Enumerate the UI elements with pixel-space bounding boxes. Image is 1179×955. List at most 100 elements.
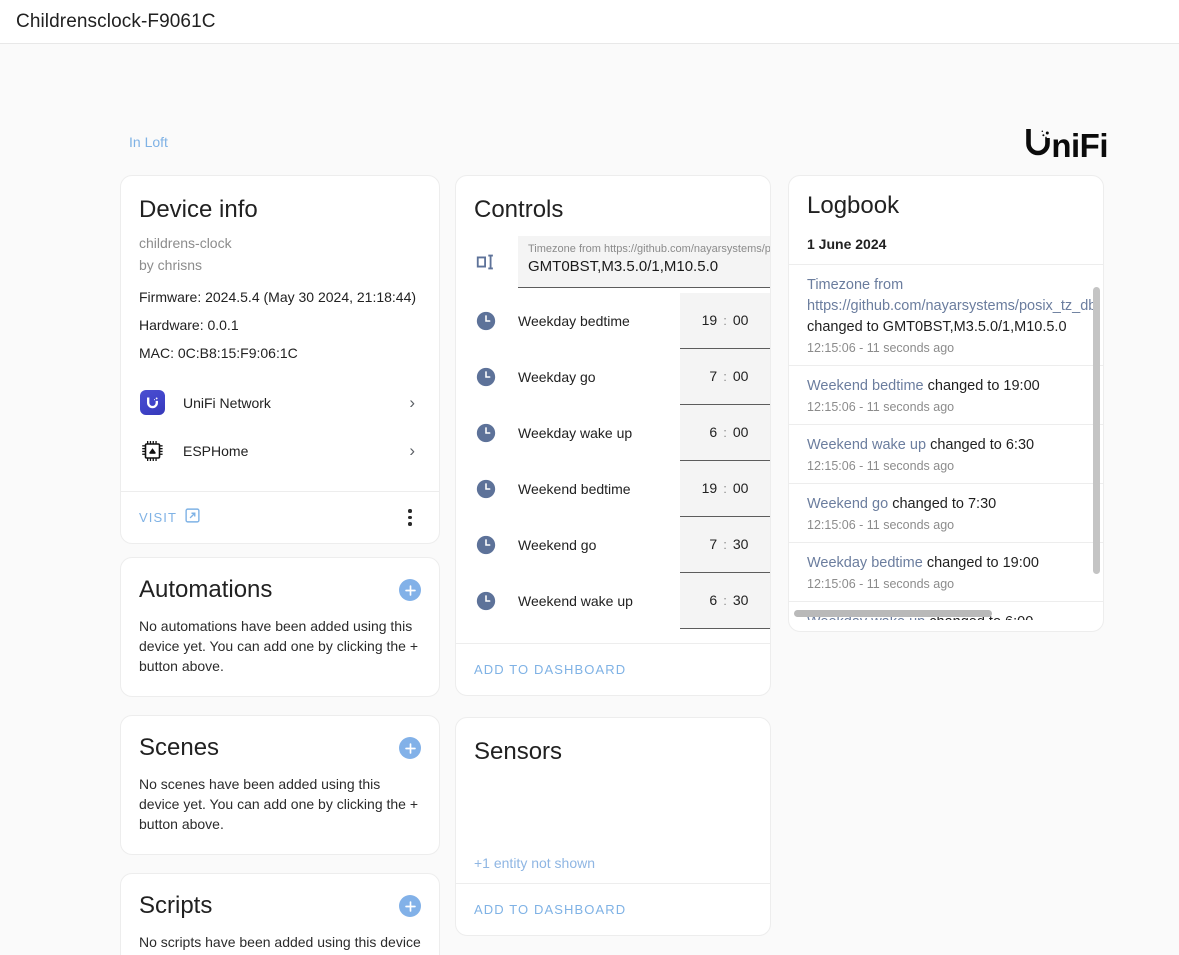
visit-button[interactable]: VISIT: [135, 502, 204, 532]
scenes-empty-text: No scenes have been added using this dev…: [139, 776, 419, 832]
add-automation-button[interactable]: [399, 579, 421, 601]
logbook-entry[interactable]: Weekend bedtime changed to 19:00 12:15:0…: [789, 365, 1103, 424]
integration-label-unifi-network: UniFi Network: [183, 394, 271, 411]
sensors-title: Sensors: [474, 738, 563, 765]
controls-list: Timezone from https://github.com/nayarsy…: [456, 231, 770, 629]
device-hardware: Hardware: 0.0.1: [139, 316, 239, 333]
time-minute: 00: [732, 424, 749, 441]
integration-row-unifi-network[interactable]: UniFi Network ›: [139, 379, 421, 427]
add-script-button[interactable]: [399, 895, 421, 917]
clock-icon: [474, 365, 498, 389]
window-title-bar: Childrensclock-F9061C: [0, 0, 1179, 44]
controls-title: Controls: [474, 196, 564, 223]
control-label: Weekday go: [518, 368, 596, 385]
device-model: childrens-clock: [139, 234, 232, 251]
controls-card: Controls Timezone from https://github.co…: [455, 175, 771, 696]
esphome-chip-icon: [139, 438, 165, 464]
time-input-weekend-go[interactable]: 7 : 30: [680, 516, 770, 573]
time-minute: 00: [732, 480, 749, 497]
control-row-weekend-wake-up: Weekend wake up 6 : 30: [456, 572, 770, 629]
time-input-weekday-wake-up[interactable]: 6 : 00: [680, 404, 770, 461]
control-label: Weekend wake up: [518, 592, 633, 609]
logbook-card: Logbook 1 June 2024 Timezone from https:…: [788, 175, 1104, 632]
logbook-entry-name[interactable]: Weekend wake up: [807, 437, 926, 453]
form-textbox-icon: [474, 250, 498, 274]
logbook-vertical-scrollbar[interactable]: [1093, 287, 1100, 574]
page-content: In Loft niFi Device info childrens-clock…: [0, 44, 1179, 955]
add-scene-button[interactable]: [399, 737, 421, 759]
device-info-card: Device info childrens-clock by chrisns F…: [120, 175, 440, 544]
time-hour: 19: [701, 312, 718, 329]
sensors-add-to-dashboard-button[interactable]: ADD TO DASHBOARD: [470, 896, 630, 923]
area-link-in-loft[interactable]: In Loft: [129, 134, 168, 150]
automations-empty-text: No automations have been added using thi…: [139, 618, 419, 674]
time-hour: 7: [709, 368, 718, 385]
logbook-horizontal-scrollbar[interactable]: [794, 610, 992, 617]
logbook-entry-name[interactable]: Weekend go: [807, 496, 888, 512]
logbook-entry[interactable]: Weekend go changed to 7:30 12:15:06 - 11…: [789, 483, 1103, 542]
scripts-empty-text: No scripts have been added using this de…: [139, 934, 421, 955]
unifi-u-glyph-icon: [1026, 124, 1051, 157]
time-minute: 30: [732, 592, 749, 609]
scripts-title: Scripts: [139, 892, 213, 919]
time-hour: 7: [709, 536, 718, 553]
time-minute: 00: [732, 368, 749, 385]
time-colon: :: [723, 536, 727, 552]
open-in-new-icon: [185, 508, 200, 526]
control-row-weekday-go: Weekday go 7 : 00: [456, 348, 770, 405]
controls-footer: ADD TO DASHBOARD: [456, 642, 770, 695]
logbook-entry-name[interactable]: Timezone from https://github.com/nayarsy…: [807, 277, 1096, 314]
logbook-entry-change: changed to 19:00: [926, 555, 1039, 571]
control-label: Weekday bedtime: [518, 312, 630, 329]
clock-icon: [474, 421, 498, 445]
time-colon: :: [723, 368, 727, 384]
control-row-weekend-go: Weekend go 7 : 30: [456, 516, 770, 573]
automations-title: Automations: [139, 576, 273, 603]
time-minute: 30: [732, 536, 749, 553]
chevron-right-icon: ›: [409, 441, 415, 461]
timezone-input[interactable]: Timezone from https://github.com/nayarsy…: [518, 235, 770, 288]
time-input-weekday-bedtime[interactable]: 19 : 00: [680, 292, 770, 349]
timezone-input-value: GMT0BST,M3.5.0/1,M10.5.0: [528, 257, 719, 275]
time-input-weekend-wake-up[interactable]: 6 : 30: [680, 572, 770, 629]
time-colon: :: [723, 424, 727, 440]
time-colon: :: [723, 312, 727, 328]
unifi-icon: [139, 390, 165, 416]
device-overflow-menu-button[interactable]: [395, 502, 425, 532]
logbook-date-header: 1 June 2024: [807, 236, 887, 252]
time-hour: 6: [709, 592, 718, 609]
logbook-entry-change: changed to GMT0BST,M3.5.0/1,M10.5.0: [807, 319, 1067, 335]
sensors-body: +1 entity not shown: [456, 773, 770, 883]
clock-icon: [474, 477, 498, 501]
scenes-title: Scenes: [139, 734, 220, 761]
logbook-entry-time: 12:15:06 - 11 seconds ago: [807, 518, 955, 532]
device-author: by chrisns: [139, 256, 203, 273]
scenes-card: Scenes No scenes have been added using t…: [120, 715, 440, 855]
logbook-entry-name[interactable]: Weekday bedtime: [807, 555, 923, 571]
logbook-entry[interactable]: Timezone from https://github.com/nayarsy…: [789, 264, 1103, 365]
logbook-entry-time: 12:15:06 - 11 seconds ago: [807, 459, 955, 473]
control-row-weekday-wake-up: Weekday wake up 6 : 00: [456, 404, 770, 461]
scripts-card: Scripts No scripts have been added using…: [120, 873, 440, 955]
sensors-entities-not-shown[interactable]: +1 entity not shown: [474, 855, 595, 871]
control-label: Weekday wake up: [518, 424, 633, 441]
controls-add-to-dashboard-button[interactable]: ADD TO DASHBOARD: [470, 656, 630, 683]
logbook-title: Logbook: [807, 192, 900, 219]
window-title: Childrensclock-F9061C: [16, 10, 216, 32]
logbook-entry[interactable]: Weekday bedtime changed to 19:00 12:15:0…: [789, 542, 1103, 601]
time-input-weekend-bedtime[interactable]: 19 : 00: [680, 460, 770, 517]
timezone-input-label: Timezone from https://github.com/nayarsy…: [528, 242, 770, 255]
device-firmware: Firmware: 2024.5.4 (May 30 2024, 21:18:4…: [139, 288, 417, 305]
logbook-entry-change: changed to 7:30: [892, 496, 997, 512]
integration-label-esphome: ESPHome: [183, 442, 249, 459]
logbook-entry-name[interactable]: Weekend bedtime: [807, 378, 924, 394]
control-label: Weekend bedtime: [518, 480, 631, 497]
chevron-right-icon: ›: [409, 393, 415, 413]
clock-icon: [474, 589, 498, 613]
time-input-weekday-go[interactable]: 7 : 00: [680, 348, 770, 405]
integration-row-esphome[interactable]: ESPHome ›: [139, 427, 421, 475]
logbook-scroll-area[interactable]: 1 June 2024 Timezone from https://github…: [789, 230, 1103, 620]
clock-icon: [474, 309, 498, 333]
logbook-entry[interactable]: Weekend wake up changed to 6:30 12:15:06…: [789, 424, 1103, 483]
time-colon: :: [723, 592, 727, 608]
